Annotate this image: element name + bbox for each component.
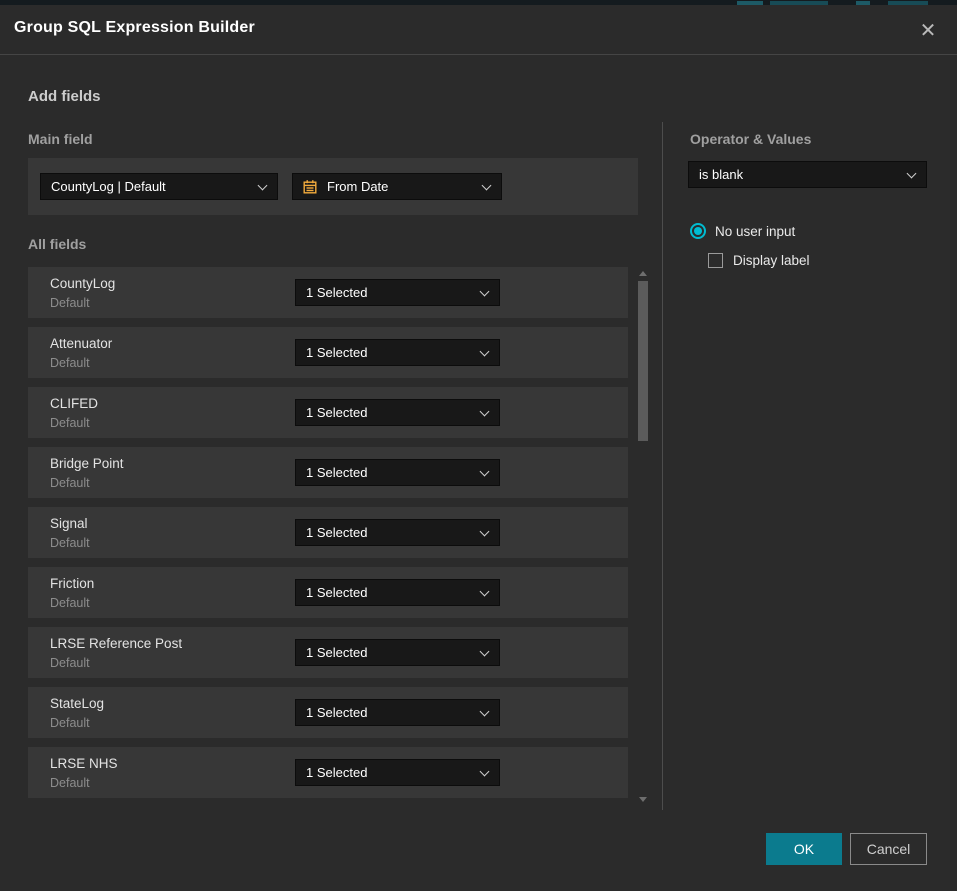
chevron-down-icon — [907, 169, 917, 179]
main-layer-select[interactable]: CountyLog | Default — [40, 173, 278, 200]
field-name: CLIFED — [50, 396, 98, 411]
main-field-panel: CountyLog | Default From Date — [28, 158, 638, 215]
field-sublabel: Default — [50, 536, 90, 550]
field-sublabel: Default — [50, 296, 90, 310]
no-user-input-radio[interactable]: No user input — [690, 223, 795, 239]
chevron-down-icon — [480, 587, 490, 597]
chevron-down-icon — [480, 527, 490, 537]
field-name: LRSE NHS — [50, 756, 118, 771]
field-select-value: 1 Selected — [306, 525, 367, 540]
field-values-select[interactable]: 1 Selected — [295, 459, 500, 486]
field-sublabel: Default — [50, 416, 90, 430]
field-sublabel: Default — [50, 356, 90, 370]
chevron-down-icon — [480, 407, 490, 417]
main-field-select-value: From Date — [327, 179, 388, 194]
field-values-select[interactable]: 1 Selected — [295, 339, 500, 366]
field-select-value: 1 Selected — [306, 405, 367, 420]
field-sublabel: Default — [50, 776, 90, 790]
cancel-button[interactable]: Cancel — [850, 833, 927, 865]
field-name: Signal — [50, 516, 88, 531]
scroll-up-icon[interactable] — [639, 271, 647, 276]
field-select-value: 1 Selected — [306, 465, 367, 480]
field-values-select[interactable]: 1 Selected — [295, 759, 500, 786]
radio-selected-icon — [690, 223, 706, 239]
field-select-value: 1 Selected — [306, 345, 367, 360]
chevron-down-icon — [480, 707, 490, 717]
scroll-down-icon[interactable] — [639, 797, 647, 802]
chevron-down-icon — [480, 647, 490, 657]
operator-select[interactable]: is blank — [688, 161, 927, 188]
field-sublabel: Default — [50, 476, 90, 490]
ok-button[interactable]: OK — [766, 833, 842, 865]
field-sublabel: Default — [50, 716, 90, 730]
calendar-icon — [302, 179, 318, 195]
display-label-label: Display label — [733, 253, 810, 268]
field-row: StateLog Default 1 Selected — [28, 687, 628, 738]
field-row: Signal Default 1 Selected — [28, 507, 628, 558]
field-select-value: 1 Selected — [306, 585, 367, 600]
field-row: LRSE Reference Post Default 1 Selected — [28, 627, 628, 678]
field-row: Attenuator Default 1 Selected — [28, 327, 628, 378]
chevron-down-icon — [482, 181, 492, 191]
no-user-input-label: No user input — [715, 224, 795, 239]
field-row: CLIFED Default 1 Selected — [28, 387, 628, 438]
field-values-select[interactable]: 1 Selected — [295, 279, 500, 306]
list-scrollbar[interactable] — [637, 267, 649, 804]
field-values-select[interactable]: 1 Selected — [295, 519, 500, 546]
display-label-checkbox[interactable]: Display label — [708, 253, 810, 268]
field-row: Friction Default 1 Selected — [28, 567, 628, 618]
all-fields-list: CountyLog Default 1 Selected Attenuator … — [28, 267, 628, 807]
chevron-down-icon — [480, 287, 490, 297]
chevron-down-icon — [258, 181, 268, 191]
field-name: Attenuator — [50, 336, 112, 351]
field-values-select[interactable]: 1 Selected — [295, 699, 500, 726]
scrollbar-thumb[interactable] — [638, 281, 648, 441]
field-sublabel: Default — [50, 596, 90, 610]
chevron-down-icon — [480, 347, 490, 357]
field-row: LRSE NHS Default 1 Selected — [28, 747, 628, 798]
group-sql-expression-builder-dialog: Group SQL Expression Builder ✕ Add field… — [0, 5, 957, 891]
field-name: Bridge Point — [50, 456, 124, 471]
dialog-title: Group SQL Expression Builder — [14, 19, 255, 37]
checkbox-unchecked-icon — [708, 253, 723, 268]
operator-values-label: Operator & Values — [690, 131, 811, 147]
field-row: CountyLog Default 1 Selected — [28, 267, 628, 318]
field-name: CountyLog — [50, 276, 115, 291]
field-values-select[interactable]: 1 Selected — [295, 399, 500, 426]
main-field-label: Main field — [28, 131, 93, 147]
dialog-header: Group SQL Expression Builder ✕ — [0, 5, 957, 55]
field-values-select[interactable]: 1 Selected — [295, 639, 500, 666]
field-select-value: 1 Selected — [306, 765, 367, 780]
add-fields-heading: Add fields — [28, 88, 101, 105]
operator-select-value: is blank — [699, 167, 743, 182]
chevron-down-icon — [480, 767, 490, 777]
field-name: Friction — [50, 576, 94, 591]
main-field-select[interactable]: From Date — [292, 173, 502, 200]
field-row: Bridge Point Default 1 Selected — [28, 447, 628, 498]
field-values-select[interactable]: 1 Selected — [295, 579, 500, 606]
all-fields-label: All fields — [28, 236, 86, 252]
field-select-value: 1 Selected — [306, 705, 367, 720]
field-sublabel: Default — [50, 656, 90, 670]
field-name: LRSE Reference Post — [50, 636, 182, 651]
main-layer-select-value: CountyLog | Default — [51, 179, 166, 194]
panel-divider — [662, 122, 663, 810]
field-name: StateLog — [50, 696, 104, 711]
field-select-value: 1 Selected — [306, 645, 367, 660]
chevron-down-icon — [480, 467, 490, 477]
close-icon[interactable]: ✕ — [914, 16, 942, 44]
field-select-value: 1 Selected — [306, 285, 367, 300]
